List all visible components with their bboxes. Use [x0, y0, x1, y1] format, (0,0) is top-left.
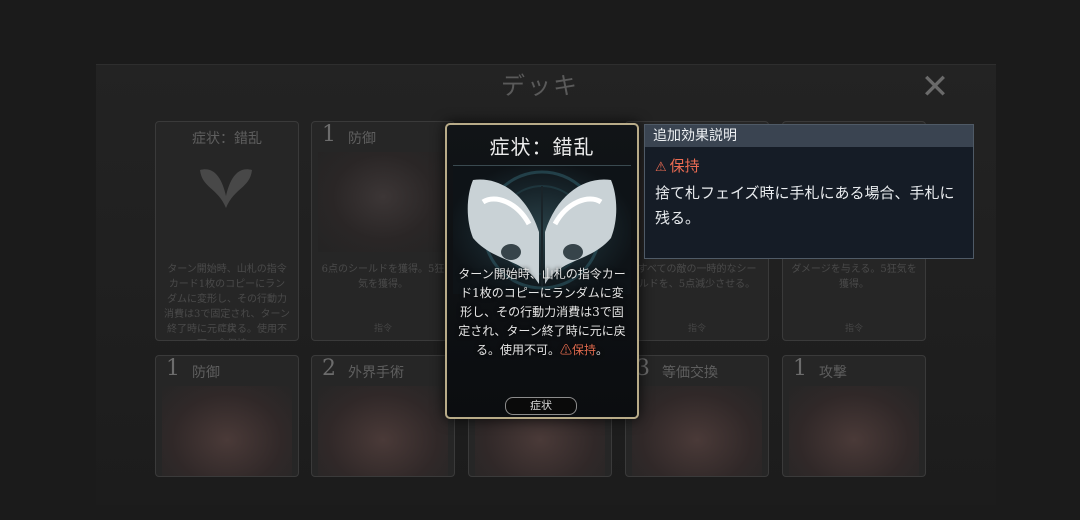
- card-name: 外界手術: [348, 365, 404, 381]
- card-cost: 1: [166, 356, 180, 381]
- card-art-character: [632, 386, 762, 476]
- keyword-retain: ⚠保持: [559, 343, 596, 357]
- card-type: 指令: [844, 324, 863, 334]
- butterfly-skull-icon: [200, 169, 252, 208]
- card-name: 症状：錯乱: [192, 131, 262, 147]
- card-name: 攻撃: [819, 365, 847, 381]
- focused-card-name: 症状：錯乱: [489, 135, 595, 159]
- warning-icon: ⚠: [655, 160, 667, 175]
- card-type: 指令: [373, 324, 392, 334]
- deck-card-defense-2[interactable]: 1 防御: [155, 355, 299, 477]
- card-cost: 1: [322, 122, 336, 147]
- card-name: 防御: [192, 365, 220, 381]
- card-art-character: [318, 152, 448, 252]
- tooltip-keyword-label: 保持: [669, 157, 700, 175]
- card-cost: 2: [322, 356, 336, 381]
- card-art-character: [162, 386, 292, 476]
- tooltip-header: 追加効果説明: [645, 125, 973, 147]
- deck-card-attack[interactable]: 1 攻撃: [782, 355, 926, 477]
- focused-card[interactable]: 症状：錯乱 ターン開始時、山札の指令カード1枚のコピーにランダムに変形し、その行…: [445, 123, 639, 419]
- deck-card-symptom-confusion[interactable]: 症状：錯乱 ターン開始時、山札の指令カード1枚のコピーにランダムに変形し、その行…: [155, 121, 299, 341]
- description-end: 。: [596, 343, 609, 357]
- card-cost: 1: [793, 356, 807, 381]
- card-name: 等価交換: [662, 365, 718, 381]
- deck-card-defense[interactable]: 1 防御 6点のシールドを獲得。5狂気を獲得。 指令: [311, 121, 455, 341]
- card-art-character: [318, 386, 448, 476]
- card-description: 6点のシールドを獲得。5狂気を獲得。: [321, 264, 445, 290]
- effect-tooltip: 追加効果説明 ⚠ 保持 捨て札フェイズ時に手札にある場合、手札に残る。: [644, 124, 974, 259]
- tooltip-keyword: ⚠ 保持: [655, 155, 700, 176]
- card-type: 指令: [687, 324, 706, 334]
- focused-card-description: ターン開始時、山札の指令カード1枚のコピーにランダムに変形し、その行動力消費は3…: [457, 265, 627, 360]
- tooltip-body: 捨て札フェイズ時に手札にある場合、手札に残る。: [655, 184, 955, 227]
- card-type: 症状: [217, 324, 236, 334]
- card-description: ダメージを与える。5狂気を獲得。: [791, 264, 917, 290]
- card-name: 防御: [348, 131, 376, 147]
- deck-card-external-surgery[interactable]: 2 外界手術: [311, 355, 455, 477]
- focused-card-type-badge: 症状: [505, 397, 577, 415]
- close-x-icon[interactable]: ✕: [918, 70, 952, 104]
- deck-card-equivalent-exchange[interactable]: 3 等価交換: [625, 355, 769, 477]
- card-art-character: [789, 386, 919, 476]
- card-description: すべての敵の一時的なシールドを、5点減少させる。: [637, 264, 757, 290]
